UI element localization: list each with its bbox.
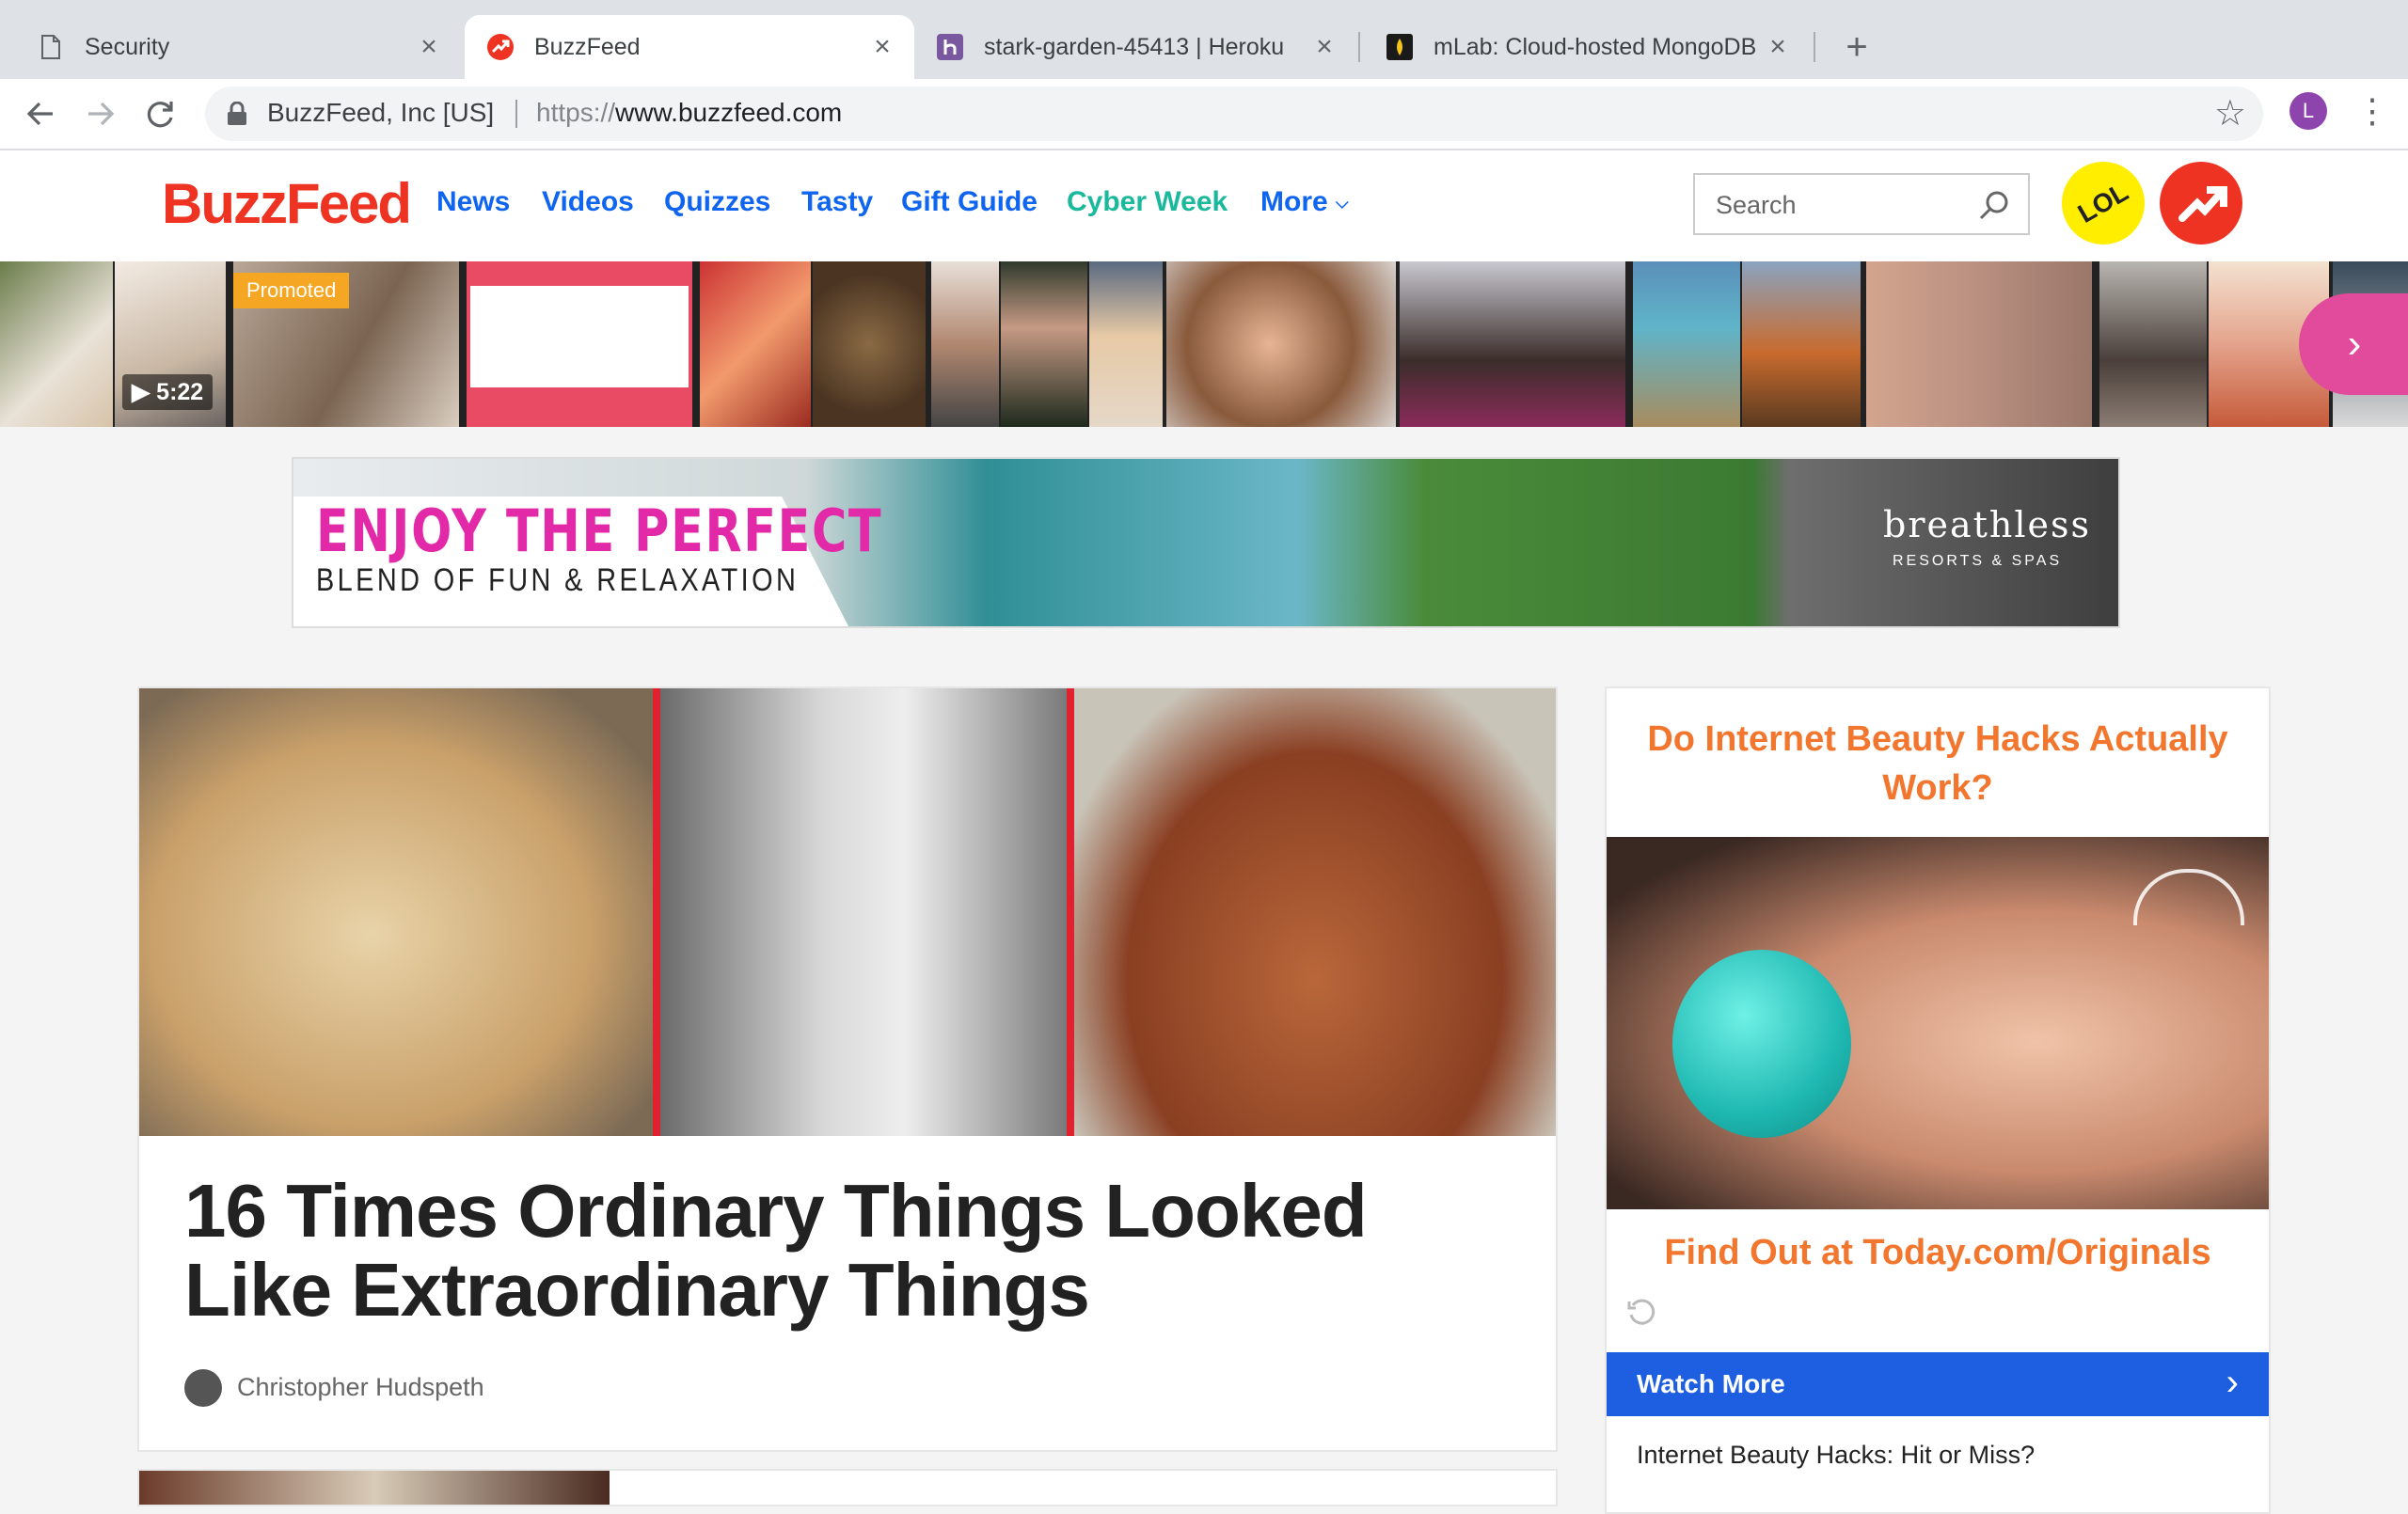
thumbnail[interactable] <box>700 261 811 427</box>
thumbnail[interactable] <box>813 261 926 427</box>
mlab-icon <box>1386 34 1413 60</box>
tab-divider <box>1358 32 1360 62</box>
banner-headline: ENJOY THE PERFECT <box>316 497 883 565</box>
tab-heroku[interactable]: stark-garden-45413 | Heroku × <box>914 15 1356 79</box>
nav-videos[interactable]: Videos <box>542 186 634 218</box>
ad-video-caption[interactable]: Internet Beauty Hacks: Hit or Miss? <box>1637 1441 2035 1470</box>
nav-cyber-week[interactable]: Cyber Week <box>1067 186 1228 218</box>
feature-article-card[interactable]: 16 Times Ordinary Things Looked Like Ext… <box>137 686 1558 1452</box>
tab-divider <box>1814 32 1815 62</box>
profile-avatar[interactable]: L <box>2289 92 2327 130</box>
thumbnail[interactable] <box>1001 261 1087 427</box>
chevron-right-icon: › <box>2226 1362 2239 1403</box>
nav-more[interactable]: More ⌵ <box>1260 186 1349 218</box>
nav-more-label: More <box>1260 186 1328 217</box>
nav-gift-guide[interactable]: Gift Guide <box>901 186 1038 218</box>
site-identity[interactable]: BuzzFeed, Inc [US] <box>267 98 494 128</box>
pastry-photo <box>1074 688 1556 1136</box>
address-bar[interactable]: BuzzFeed, Inc [US] https://www.buzzfeed.… <box>205 87 2263 141</box>
url-text[interactable]: https://www.buzzfeed.com <box>536 98 842 128</box>
menu-kebab-icon[interactable]: ⋮ <box>2355 88 2389 134</box>
thumbnail[interactable] <box>1400 261 1625 427</box>
nav-quizzes[interactable]: Quizzes <box>664 186 770 218</box>
watch-more-button[interactable]: Watch More › <box>1607 1352 2269 1416</box>
close-icon[interactable]: × <box>416 33 442 61</box>
thumbnail[interactable] <box>1866 261 2092 427</box>
browser-toolbar: BuzzFeed, Inc [US] https://www.buzzfeed.… <box>0 79 2408 150</box>
back-icon[interactable] <box>17 90 64 137</box>
close-icon[interactable]: × <box>1311 33 1338 61</box>
trending-arrow-icon <box>2178 186 2227 222</box>
tab-security[interactable]: Security × <box>0 15 461 79</box>
strip-next-button[interactable]: › <box>2299 293 2408 395</box>
nav-tasty[interactable]: Tasty <box>801 186 873 218</box>
close-icon[interactable]: × <box>869 33 895 61</box>
tab-strip: Security × BuzzFeed × stark-garden-45413… <box>0 0 2408 79</box>
buzzfeed-trending-icon <box>487 34 514 60</box>
ad-banner[interactable]: ENJOY THE PERFECT BLEND OF FUN & RELAXAT… <box>292 457 2120 628</box>
url-host: www.buzzfeed.com <box>615 98 843 127</box>
bread-photo <box>139 688 653 1136</box>
new-tab-button[interactable]: + <box>1836 23 1877 71</box>
thumbnail[interactable] <box>1166 261 1396 427</box>
bag-photo <box>660 688 1067 1136</box>
trending-button[interactable] <box>2160 162 2242 244</box>
article-hero-image <box>139 688 1556 1136</box>
chevron-right-icon: › <box>2347 321 2362 367</box>
tab-buzzfeed[interactable]: BuzzFeed × <box>465 15 914 79</box>
play-icon: ▶ <box>132 379 157 405</box>
ad-question: Do Internet Beauty Hacks Actually Work? <box>1647 719 2228 808</box>
tweet-card <box>470 286 689 387</box>
search-icon[interactable] <box>1977 188 2011 222</box>
close-icon[interactable]: × <box>1765 33 1791 61</box>
next-article-thumbnail <box>139 1471 610 1505</box>
author-name[interactable]: Christopher Hudspeth <box>237 1373 484 1402</box>
buzzfeed-logo[interactable]: BuzzFeed <box>162 171 412 236</box>
tab-title: stark-garden-45413 | Heroku <box>984 33 1285 60</box>
thumbnail[interactable] <box>467 261 692 427</box>
sponge-shape <box>1672 950 1851 1138</box>
sidebar-video-ad[interactable]: Do Internet Beauty Hacks Actually Work? … <box>1605 686 2271 1514</box>
site-header: BuzzFeed News Videos Quizzes Tasty Gift … <box>0 146 2408 261</box>
heroku-icon <box>937 34 963 60</box>
chevron-down-icon: ⌵ <box>1336 193 1349 213</box>
thumbnail[interactable] <box>1089 261 1163 427</box>
search-input[interactable] <box>1714 190 1962 221</box>
trending-thumbnail-strip <box>0 261 2408 427</box>
author-avatar[interactable] <box>184 1369 222 1407</box>
article-headline[interactable]: 16 Times Ordinary Things Looked Like Ext… <box>184 1172 1501 1330</box>
forward-icon[interactable] <box>77 90 124 137</box>
ad-cta-text: Find Out at Today.com/Originals <box>1664 1233 2211 1272</box>
thumbnail[interactable] <box>1633 261 1740 427</box>
lock-icon <box>226 101 248 126</box>
image-divider <box>1067 688 1074 1136</box>
tab-title: mLab: Cloud-hosted MongoDB <box>1434 33 1757 60</box>
tab-mlab[interactable]: mLab: Cloud-hosted MongoDB × <box>1364 15 1810 79</box>
lol-badge[interactable]: LOL <box>2046 146 2161 260</box>
promoted-label: Promoted <box>233 273 350 308</box>
thumbnail[interactable] <box>2099 261 2207 427</box>
nav-news[interactable]: News <box>436 186 510 218</box>
search-box[interactable] <box>1693 173 2030 235</box>
thumbnail[interactable] <box>0 261 113 427</box>
image-divider <box>653 688 660 1136</box>
url-scheme: https:// <box>536 98 616 127</box>
banner-brand-logo: breathless <box>1883 504 2092 545</box>
tab-title: Security <box>85 33 170 60</box>
thumbnail[interactable] <box>1742 261 1861 427</box>
document-icon <box>38 34 64 60</box>
tab-title: BuzzFeed <box>534 33 641 60</box>
bookmark-star-icon[interactable]: ☆ <box>2214 92 2246 134</box>
reload-icon[interactable] <box>137 90 184 137</box>
thumbnail[interactable] <box>931 261 999 427</box>
banner-brand-sub: RESORTS & SPAS <box>1893 553 2063 569</box>
video-duration: ▶ 5:22 <box>122 374 214 410</box>
address-divider <box>515 100 517 128</box>
ad-video-frame[interactable] <box>1607 837 2269 1209</box>
next-article-card[interactable] <box>137 1469 1558 1506</box>
duration-text: 5:22 <box>156 379 204 405</box>
banner-subline: BLEND OF FUN & RELAXATION <box>316 562 800 598</box>
watch-more-label: Watch More <box>1637 1369 1785 1398</box>
replay-icon[interactable] <box>1625 1296 1657 1328</box>
